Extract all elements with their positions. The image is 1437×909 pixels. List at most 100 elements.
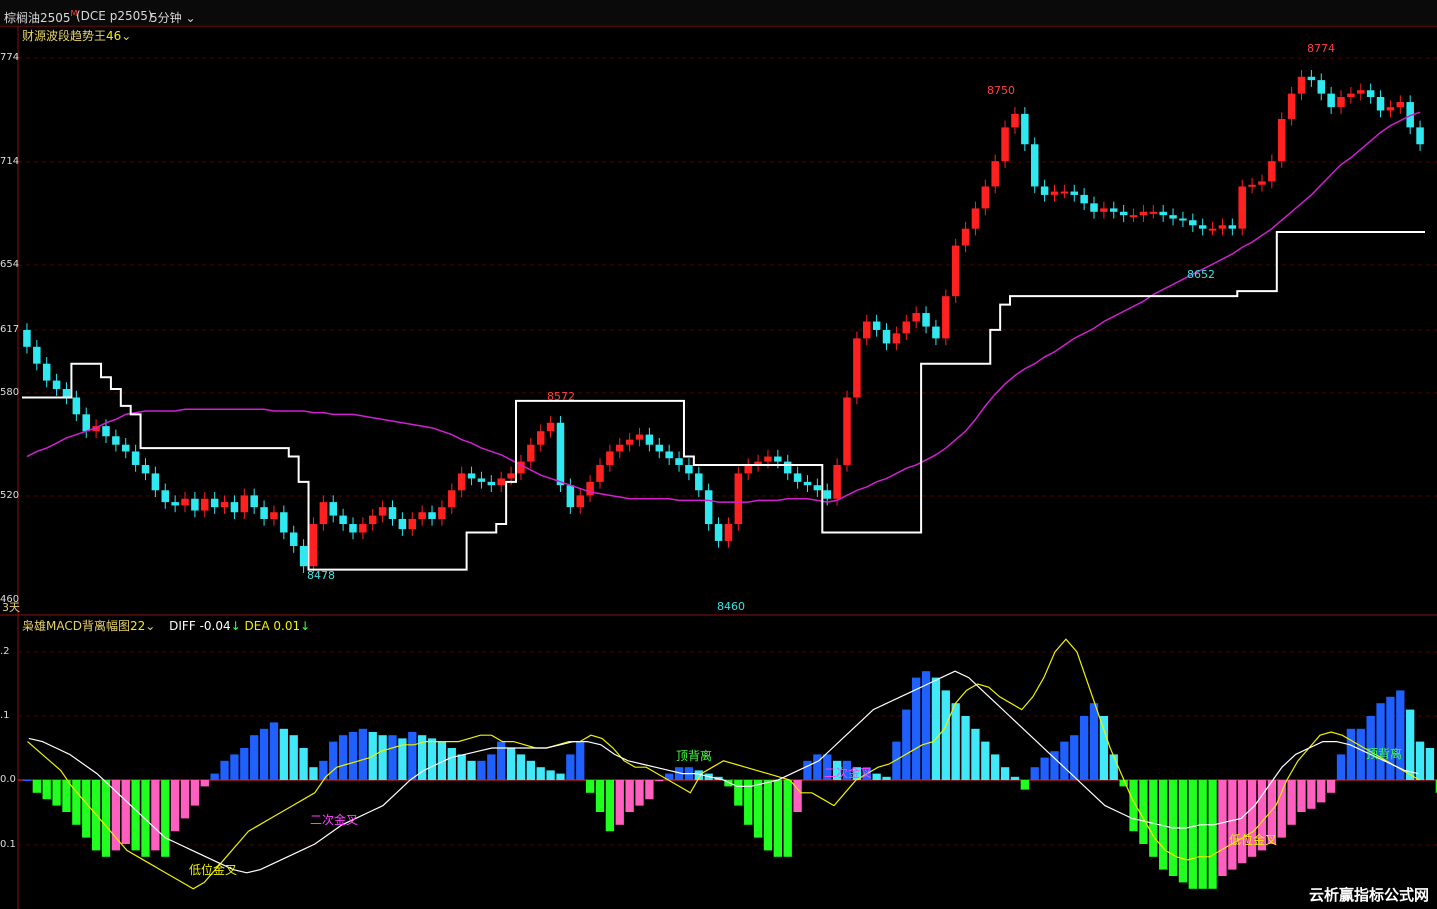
candle: [280, 512, 288, 533]
candle: [477, 478, 486, 482]
candle: [112, 436, 120, 445]
candle: [1297, 76, 1306, 94]
y-tick-label: 460: [0, 594, 20, 605]
macd-bar: [1386, 696, 1395, 780]
candle: [1386, 107, 1395, 111]
candle: [1376, 97, 1385, 111]
macd-bar: [220, 760, 229, 780]
candle: [744, 464, 752, 474]
y-tick-label: 580: [0, 387, 20, 398]
macd-bar: [1297, 780, 1306, 812]
candle: [783, 461, 792, 474]
macd-y-tick-label: 0.1: [0, 839, 16, 850]
candle: [1258, 181, 1266, 185]
candle: [171, 502, 179, 506]
candle: [329, 502, 337, 516]
macd-bar: [1089, 703, 1099, 780]
macd-bar: [42, 780, 51, 800]
candle: [181, 498, 189, 506]
y-tick-label: 617: [0, 324, 20, 335]
macd-bar: [1188, 780, 1197, 889]
macd-bar: [872, 773, 881, 780]
candle: [803, 481, 812, 486]
macd-bar: [902, 709, 911, 780]
candle: [191, 498, 199, 511]
macd-bar: [546, 770, 555, 780]
macd-signal-label: 顶背离: [1366, 746, 1402, 761]
macd-signal-label: 低位金叉: [189, 862, 237, 877]
candle: [359, 524, 367, 533]
candle: [576, 495, 584, 508]
macd-bar: [1149, 780, 1158, 857]
macd-bar: [1030, 767, 1039, 780]
macd-bar: [506, 748, 516, 780]
macd-bar: [269, 722, 279, 780]
price-extreme-label: 8652: [1187, 268, 1215, 281]
macd-bar: [1228, 780, 1237, 870]
candle: [635, 434, 644, 440]
candle: [1159, 211, 1167, 216]
chart-canvas[interactable]: 8750 8774 8572 8478 8460 8652 低位金叉 二次金叉 顶背离二次金叉低…: [0, 0, 1437, 909]
candle: [695, 473, 703, 491]
candle: [1366, 90, 1375, 98]
candle: [339, 515, 347, 525]
candle: [161, 490, 170, 503]
macd-bar: [773, 780, 782, 857]
candle: [1090, 203, 1098, 212]
candle: [932, 326, 940, 339]
candle: [685, 464, 693, 474]
candle: [270, 512, 278, 519]
candle: [1327, 93, 1335, 108]
macd-bar: [526, 760, 535, 780]
macd-bar: [52, 780, 61, 806]
macd-bar: [22, 780, 32, 781]
candle: [1119, 211, 1128, 216]
macd-bar: [951, 703, 960, 780]
macd-bar: [536, 767, 545, 780]
macd-bar: [487, 754, 496, 780]
candle: [1021, 113, 1029, 145]
macd-bar: [101, 780, 111, 857]
macd-bar: [941, 690, 950, 780]
candle: [734, 473, 743, 525]
candle: [1070, 191, 1079, 195]
main-indicator-label[interactable]: 财源波段趋势王46⌄: [22, 27, 131, 44]
candle: [378, 507, 387, 516]
macd-bar: [477, 760, 486, 780]
candle: [793, 473, 802, 482]
candle: [82, 414, 90, 432]
ma-line: [26, 111, 1421, 503]
macd-bar: [259, 728, 269, 780]
macd-bar: [338, 735, 348, 780]
candle: [1011, 113, 1019, 128]
candle: [418, 512, 426, 519]
candle: [1110, 208, 1118, 212]
candle: [448, 490, 456, 508]
candle: [556, 422, 565, 486]
candle: [566, 485, 575, 508]
candle: [72, 397, 81, 415]
candle: [250, 495, 258, 508]
candle: [368, 515, 377, 525]
macd-bar: [912, 677, 921, 780]
candle: [309, 524, 318, 567]
macd-bar: [635, 780, 644, 806]
candle: [1139, 211, 1148, 216]
candle: [319, 502, 328, 525]
candle: [1050, 191, 1059, 195]
candle: [349, 524, 357, 533]
macd-indicator-label[interactable]: 枭雄MACD背离幅图22⌄ DIFF -0.04↓ DEA 0.01↓: [22, 617, 310, 634]
macd-bar: [72, 780, 81, 825]
candle: [546, 422, 555, 432]
candle: [62, 389, 71, 398]
candle: [971, 208, 980, 229]
arrow-down-icon: ↓: [300, 619, 311, 633]
macd-bar: [1376, 703, 1385, 780]
macd-bar: [378, 735, 387, 780]
candle: [1287, 93, 1296, 119]
macd-bar: [931, 677, 941, 780]
candle: [151, 473, 160, 491]
candle: [942, 296, 950, 339]
macd-bar: [803, 760, 812, 780]
macd-bar: [961, 716, 970, 780]
